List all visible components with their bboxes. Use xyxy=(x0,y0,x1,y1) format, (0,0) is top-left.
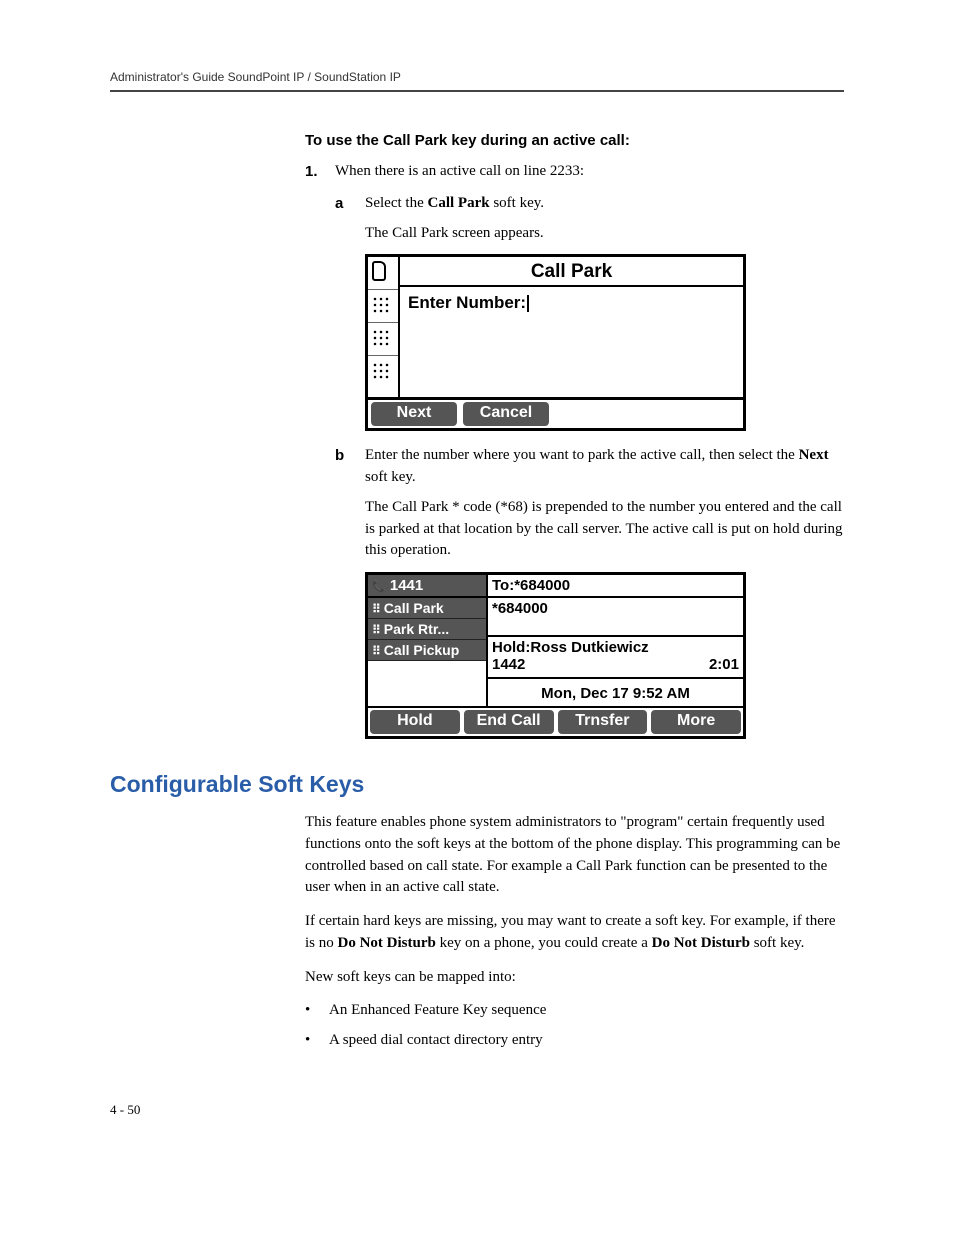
dialed-number: *684000 xyxy=(488,598,743,637)
header-rule xyxy=(110,90,844,92)
page-number: 4 - 50 xyxy=(110,1102,844,1118)
step-1b-text: Enter the number where you want to park … xyxy=(365,445,844,489)
bullet-2: A speed dial contact directory entry xyxy=(329,1030,543,1052)
phone-screen-active-call: 📞 1441 To:*684000 Call Park Park Rtr... … xyxy=(365,572,746,739)
phone-screen-call-park: Call Park Enter Number: Next Cancel xyxy=(365,254,746,431)
hold-ext: 1442 xyxy=(492,656,525,673)
handset-icon xyxy=(368,257,398,290)
para2-b1: Do Not Disturb xyxy=(338,935,436,951)
call-timer: 2:01 xyxy=(709,656,739,673)
text-cursor xyxy=(527,295,529,312)
running-header: Administrator's Guide SoundPoint IP / So… xyxy=(110,70,844,84)
step-1b-pre: Enter the number where you want to park … xyxy=(365,447,799,463)
softkey-more[interactable]: More xyxy=(651,710,741,734)
para2-post: soft key. xyxy=(750,935,804,951)
keypad-icon xyxy=(368,323,398,356)
step-1a-text: Select the Call Park soft key. xyxy=(365,193,844,215)
line-button-call-park[interactable]: Call Park xyxy=(368,598,486,619)
step-1a-post: soft key. xyxy=(490,195,544,211)
step-letter-b: b xyxy=(335,445,365,489)
step-number-1: 1. xyxy=(305,161,335,183)
step-letter-a: a xyxy=(335,193,365,215)
active-line-label: 📞 1441 xyxy=(368,575,488,598)
step-1a-pre: Select the xyxy=(365,195,427,211)
section-title-configurable-soft-keys: Configurable Soft Keys xyxy=(110,771,844,798)
line-label: Park Rtr... xyxy=(384,621,449,637)
line-label: Call Park xyxy=(384,600,444,616)
softkey-cancel[interactable]: Cancel xyxy=(463,402,549,426)
procedure-title: To use the Call Park key during an activ… xyxy=(305,132,844,149)
paragraph-3: New soft keys can be mapped into: xyxy=(305,967,844,989)
step-1-text: When there is an active call on line 223… xyxy=(335,161,844,183)
softkey-next[interactable]: Next xyxy=(371,402,457,426)
step-1a-extra: The Call Park screen appears. xyxy=(365,223,844,245)
bullet-icon: • xyxy=(305,1030,329,1052)
softkey-hold[interactable]: Hold xyxy=(370,710,460,734)
to-line: To:*684000 xyxy=(488,575,743,598)
line-label: Call Pickup xyxy=(384,642,459,658)
para2-b2: Do Not Disturb xyxy=(652,935,750,951)
paragraph-2: If certain hard keys are missing, you ma… xyxy=(305,911,844,955)
step-1a-bold: Call Park xyxy=(427,195,489,211)
bullet-icon: • xyxy=(305,1000,329,1022)
para2-mid: key on a phone, you could create a xyxy=(436,935,652,951)
line-button-call-pickup[interactable]: Call Pickup xyxy=(368,640,486,661)
keypad-icon xyxy=(368,290,398,323)
datetime: Mon, Dec 17 9:52 AM xyxy=(488,677,743,706)
line-button-park-rtr[interactable]: Park Rtr... xyxy=(368,619,486,640)
bullet-1: An Enhanced Feature Key sequence xyxy=(329,1000,546,1022)
hold-name: Hold:Ross Dutkiewicz xyxy=(488,637,743,656)
softkey-transfer[interactable]: Trnsfer xyxy=(558,710,648,734)
phone-left-icons xyxy=(368,257,400,397)
active-line-ext: 1441 xyxy=(390,577,423,594)
paragraph-1: This feature enables phone system admini… xyxy=(305,812,844,899)
step-1b-bold: Next xyxy=(799,447,829,463)
enter-number-label: Enter Number: xyxy=(408,293,526,312)
step-1b-extra: The Call Park * code (*68) is prepended … xyxy=(365,497,844,562)
screen-title: Call Park xyxy=(400,257,743,287)
keypad-icon xyxy=(368,356,398,389)
step-1b-post: soft key. xyxy=(365,469,416,485)
softkey-end-call[interactable]: End Call xyxy=(464,710,554,734)
